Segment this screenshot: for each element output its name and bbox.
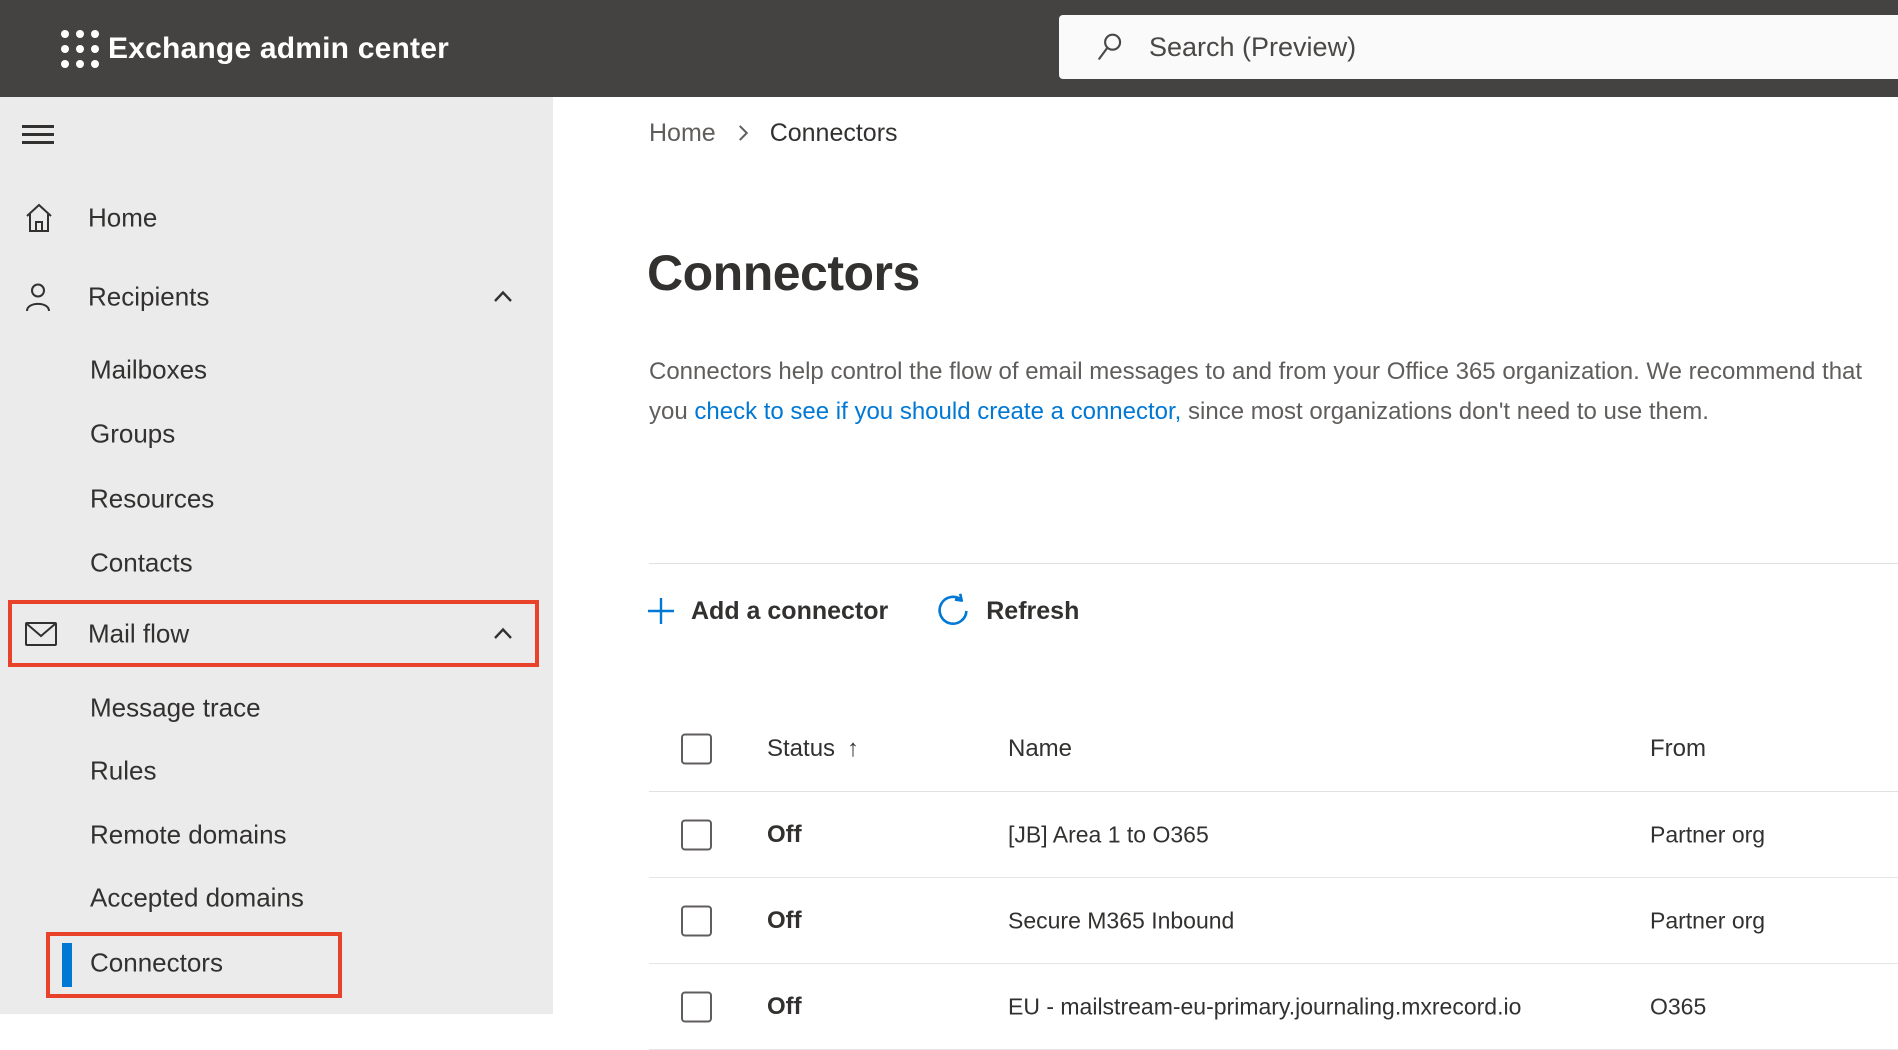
sidebar-item-label: Rules <box>90 755 157 786</box>
chevron-up-icon[interactable] <box>488 282 518 312</box>
sidebar-item-mailboxes[interactable]: Mailboxes <box>0 346 553 394</box>
command-bar: Add a connector Refresh <box>645 586 1079 636</box>
cell-name[interactable]: Secure M365 Inbound <box>1008 907 1234 934</box>
person-icon <box>24 281 52 313</box>
breadcrumb-home-link[interactable]: Home <box>649 119 716 148</box>
search-input[interactable] <box>1149 31 1749 63</box>
cell-from: Partner org <box>1650 907 1766 933</box>
sidebar-item-groups[interactable]: Groups <box>0 410 553 458</box>
add-connector-button[interactable]: Add a connector <box>645 595 888 627</box>
sidebar-item-mail-flow[interactable]: Mail flow <box>0 610 553 658</box>
sidebar-item-label: Groups <box>90 418 176 449</box>
cell-from: Partner org <box>1650 821 1766 847</box>
table-row[interactable]: Off [JB] Area 1 to O365 Partner org <box>649 792 1898 878</box>
refresh-icon <box>934 592 972 630</box>
cell-name[interactable]: [JB] Area 1 to O365 <box>1008 821 1209 848</box>
sidebar-item-label: Accepted domains <box>90 882 304 913</box>
table-row[interactable]: Off EU - mailstream-eu-primary.journalin… <box>649 964 1898 1050</box>
cell-status: Off <box>767 820 802 848</box>
sidebar-item-home[interactable]: Home <box>0 194 553 242</box>
sidebar-item-label: Remote domains <box>90 819 287 850</box>
chevron-right-icon <box>730 120 756 146</box>
column-header-status[interactable]: Status ↑ <box>767 735 859 763</box>
sidebar-item-label: Connectors <box>90 947 223 978</box>
sidebar-item-label: Message trace <box>90 692 261 723</box>
sidebar-item-resources[interactable]: Resources <box>0 475 553 523</box>
refresh-button[interactable]: Refresh <box>934 592 1079 630</box>
sidebar-item-label: Mail flow <box>88 618 190 649</box>
sidebar-item-label: Recipients <box>88 281 210 312</box>
row-checkbox[interactable] <box>681 819 712 850</box>
sidebar-item-label: Mailboxes <box>90 354 208 385</box>
description-text: since most organizations don't need to u… <box>1181 398 1709 425</box>
chevron-up-icon[interactable] <box>488 619 518 649</box>
sidebar-item-label: Contacts <box>90 547 193 578</box>
sidebar-item-label: Resources <box>90 483 215 514</box>
sidebar-item-accepted-domains[interactable]: Accepted domains <box>0 874 553 922</box>
top-app-bar: Exchange admin center <box>0 0 1898 97</box>
connectors-table: Status ↑ Name From Off [JB] Area 1 to O36… <box>649 707 1898 1050</box>
column-header-name[interactable]: Name <box>1008 735 1072 763</box>
toolbar-divider <box>649 563 1898 564</box>
table-header-row: Status ↑ Name From <box>649 707 1898 792</box>
sidebar-item-rules[interactable]: Rules <box>0 747 553 795</box>
breadcrumb-current: Connectors <box>769 118 898 147</box>
breadcrumb: Home Connectors <box>649 118 898 148</box>
sidebar-item-message-trace[interactable]: Message trace <box>0 684 553 732</box>
envelope-icon <box>24 619 58 649</box>
row-checkbox[interactable] <box>681 905 712 936</box>
cell-from: O365 <box>1650 993 1707 1019</box>
cell-status: Off <box>767 992 802 1020</box>
sidebar-item-connectors[interactable]: Connectors <box>0 939 553 987</box>
app-launcher-waffle-icon[interactable] <box>58 27 102 71</box>
app-title: Exchange admin center <box>108 31 449 65</box>
sidebar-item-contacts[interactable]: Contacts <box>0 539 553 587</box>
sort-ascending-icon: ↑ <box>847 735 860 762</box>
sidebar-nav: Home Recipients Mailboxes Groups Resourc… <box>0 97 553 1014</box>
plus-icon <box>645 595 677 627</box>
page-description: Connectors help control the flow of emai… <box>649 352 1864 432</box>
global-search[interactable] <box>1059 15 1898 79</box>
sidebar-item-remote-domains[interactable]: Remote domains <box>0 811 553 859</box>
cell-name[interactable]: EU - mailstream-eu-primary.journaling.mx… <box>1008 993 1521 1020</box>
page-title: Connectors <box>647 245 920 301</box>
row-checkbox[interactable] <box>681 991 712 1022</box>
search-icon <box>1095 31 1127 63</box>
column-header-from[interactable]: From <box>1650 735 1706 763</box>
sidebar-item-recipients[interactable]: Recipients <box>0 273 553 321</box>
main-content: Home Connectors Connectors Connectors he… <box>553 97 1898 1050</box>
sidebar-item-label: Home <box>88 202 158 233</box>
create-connector-check-link[interactable]: check to see if you should create a conn… <box>694 398 1181 425</box>
select-all-checkbox[interactable] <box>681 733 712 765</box>
cell-status: Off <box>767 906 802 934</box>
table-row[interactable]: Off Secure M365 Inbound Partner org <box>649 878 1898 964</box>
home-icon <box>24 202 54 234</box>
hamburger-menu-icon[interactable] <box>22 125 54 147</box>
